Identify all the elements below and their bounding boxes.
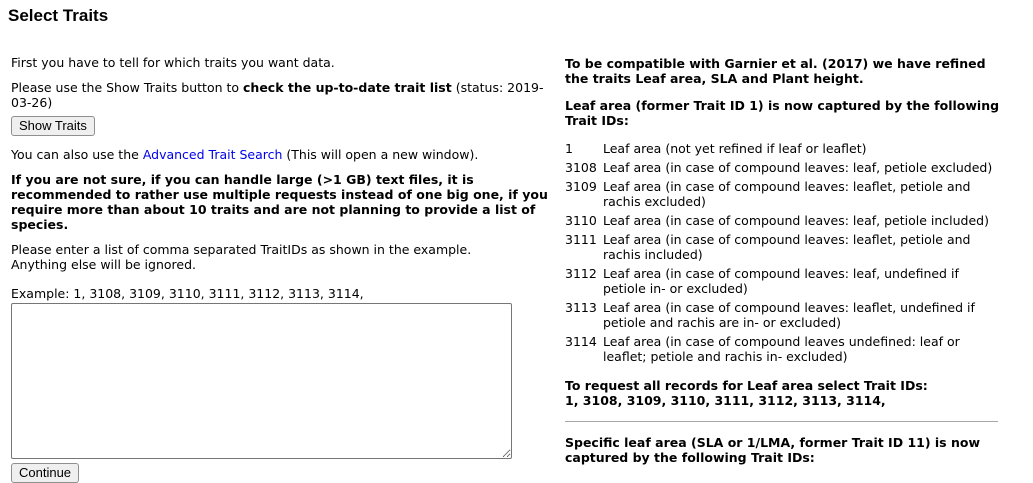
- trait-id: 3111: [565, 232, 597, 247]
- trait-id: 3112: [565, 266, 597, 281]
- trait-description: Leaf area (in case of compound leaves: l…: [603, 232, 971, 262]
- trait-description: Leaf area (in case of compound leaves: l…: [603, 160, 993, 175]
- trait-id: 3109: [565, 179, 597, 194]
- advanced-pre: You can also use the: [11, 147, 143, 162]
- sla-heading: Specific leaf area (SLA or 1/LMA, former…: [565, 435, 981, 465]
- section-divider: [565, 421, 998, 422]
- advanced-search-text: You can also use the Advanced Trait Sear…: [11, 147, 559, 162]
- trait-ids-textarea[interactable]: [11, 303, 512, 459]
- trait-selection-form: First you have to tell for which traits …: [11, 55, 559, 483]
- trait-description: Leaf area (in case of compound leaves: l…: [603, 179, 971, 209]
- show-traits-pre: Please use the Show Traits button to: [11, 80, 244, 95]
- show-traits-bold: check the up-to-date trait list: [243, 80, 452, 95]
- trait-row: 3114 Leaf area (in case of compound leave…: [565, 334, 1001, 364]
- trait-description: Leaf area (in case of compound leaves: l…: [603, 300, 975, 330]
- instruction-line-2: Anything else will be ignored.: [11, 257, 196, 272]
- trait-id: 3108: [565, 160, 597, 175]
- show-traits-instruction: Please use the Show Traits button to che…: [11, 80, 559, 110]
- compatibility-note: To be compatible with Garnier et al. (20…: [565, 56, 986, 86]
- advanced-trait-search-link[interactable]: Advanced Trait Search: [143, 147, 283, 162]
- trait-row: 3113 Leaf area (in case of compound leave…: [565, 300, 1001, 330]
- trait-row: 3109 Leaf area (in case of compound leave…: [565, 179, 1001, 209]
- trait-id: 3113: [565, 300, 597, 315]
- trait-description: Leaf area (in case of compound leaves un…: [603, 334, 960, 364]
- trait-row: 3108 Leaf area (in case of compound leave…: [565, 160, 1001, 175]
- trait-description: Leaf area (not yet refined if leaf or le…: [603, 141, 867, 156]
- trait-row: 1 Leaf area (not yet refined if leaf or l…: [565, 141, 1001, 156]
- leaf-area-heading: Leaf area (former Trait ID 1) is now cap…: [565, 98, 1000, 128]
- leaf-area-trait-list: 1 Leaf area (not yet refined if leaf or l…: [565, 141, 1001, 364]
- intro-text: First you have to tell for which traits …: [11, 55, 335, 70]
- trait-description: Leaf area (in case of compound leaves: l…: [603, 266, 959, 296]
- show-traits-button[interactable]: Show Traits: [11, 116, 95, 136]
- example-text: Example: 1, 3108, 3109, 3110, 3111, 3112…: [11, 286, 364, 301]
- trait-row: 3112 Leaf area (in case of compound leave…: [565, 266, 1001, 296]
- request-trait-ids: 1, 3108, 3109, 3110, 3111, 3112, 3113, 3…: [565, 393, 886, 408]
- advanced-post: (This will open a new window).: [282, 147, 479, 162]
- trait-info-panel: To be compatible with Garnier et al. (20…: [565, 55, 1001, 465]
- trait-id: 3110: [565, 213, 597, 228]
- trait-id: 1: [565, 141, 573, 156]
- trait-description: Leaf area (in case of compound leaves: l…: [603, 213, 989, 228]
- page-title: Select Traits: [8, 6, 109, 25]
- continue-button[interactable]: Continue: [11, 463, 80, 483]
- large-file-warning: If you are not sure, if you can handle l…: [11, 172, 548, 232]
- trait-id: 3114: [565, 334, 597, 349]
- request-instruction: To request all records for Leaf area sel…: [565, 378, 928, 393]
- instruction-line-1: Please enter a list of comma separated T…: [11, 242, 472, 257]
- trait-row: 3111 Leaf area (in case of compound leave…: [565, 232, 1001, 262]
- trait-row: 3110 Leaf area (in case of compound leave…: [565, 213, 1001, 228]
